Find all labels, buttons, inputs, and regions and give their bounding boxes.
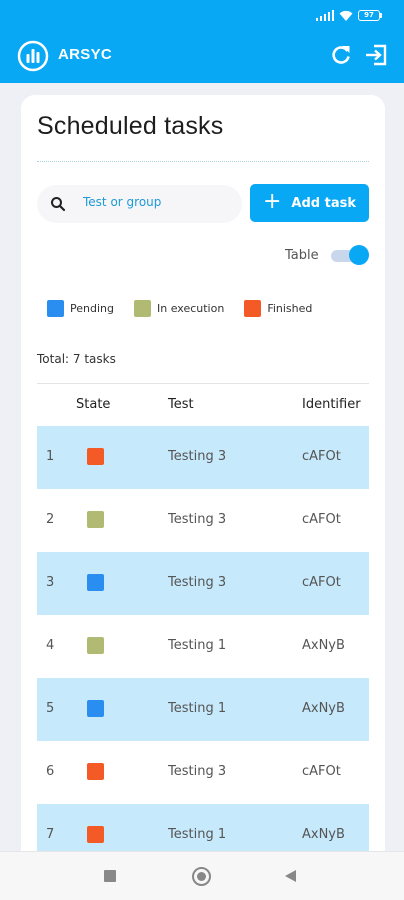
search-icon xyxy=(51,197,66,212)
legend-label: Pending xyxy=(70,302,114,315)
plus-icon: + xyxy=(262,189,282,214)
table-row[interactable]: 6 Testing 3 cAFOt xyxy=(37,741,369,804)
legend-item-finished: Finished xyxy=(244,300,312,317)
app-bar: 97 ARSYC xyxy=(0,0,404,83)
state-indicator xyxy=(87,826,104,843)
table-view-toggle[interactable]: Table xyxy=(285,245,369,265)
row-identifier: AxNyB xyxy=(302,827,345,842)
state-indicator xyxy=(87,511,104,528)
status-bar: 97 xyxy=(315,10,382,21)
column-header-state: State xyxy=(76,397,111,412)
main-card: Scheduled tasks + Add task Table Pending… xyxy=(21,95,385,900)
recent-apps-icon[interactable] xyxy=(104,870,116,882)
state-indicator xyxy=(87,637,104,654)
logout-icon[interactable] xyxy=(364,43,388,67)
brand-name: ARSYC xyxy=(58,46,113,63)
legend-swatch xyxy=(244,300,262,317)
battery-level: 97 xyxy=(358,10,380,21)
state-indicator xyxy=(87,448,104,465)
row-number: 5 xyxy=(46,701,55,716)
table-header: State Test Identifier xyxy=(37,397,369,417)
row-identifier: AxNyB xyxy=(302,638,345,653)
table-row[interactable]: 1 Testing 3 cAFOt xyxy=(37,426,369,489)
legend-swatch xyxy=(133,300,151,317)
row-number: 6 xyxy=(46,764,55,779)
row-number: 4 xyxy=(46,638,55,653)
signal-icon xyxy=(315,10,334,21)
system-nav-bar xyxy=(0,851,404,900)
row-test: Testing 1 xyxy=(168,827,227,842)
state-indicator xyxy=(87,574,104,591)
row-test: Testing 3 xyxy=(168,575,227,590)
add-task-label: Add task xyxy=(291,195,356,211)
table-toggle-label: Table xyxy=(285,247,319,263)
row-identifier: cAFOt xyxy=(302,575,341,590)
row-identifier: AxNyB xyxy=(302,701,345,716)
page-title: Scheduled tasks xyxy=(37,112,224,140)
legend-item-pending: Pending xyxy=(47,300,114,317)
row-test: Testing 3 xyxy=(168,512,227,527)
wifi-icon xyxy=(339,10,353,21)
home-icon[interactable] xyxy=(192,867,211,886)
add-task-button[interactable]: + Add task xyxy=(250,184,369,222)
row-number: 1 xyxy=(46,449,55,464)
table-divider xyxy=(37,383,369,384)
row-test: Testing 3 xyxy=(168,449,227,464)
row-test: Testing 1 xyxy=(168,638,227,653)
row-test: Testing 1 xyxy=(168,701,227,716)
legend-label: Finished xyxy=(267,302,313,315)
switch-thumb xyxy=(348,245,369,265)
row-number: 3 xyxy=(46,575,55,590)
row-number: 2 xyxy=(46,512,55,527)
column-header-identifier: Identifier xyxy=(302,397,361,412)
search-box[interactable] xyxy=(37,185,242,223)
row-number: 7 xyxy=(46,827,55,842)
row-identifier: cAFOt xyxy=(302,512,341,527)
table-switch[interactable] xyxy=(330,245,369,265)
row-identifier: cAFOt xyxy=(302,764,341,779)
table-row[interactable]: 4 Testing 1 AxNyB xyxy=(37,615,369,678)
task-table-body: 1 Testing 3 cAFOt 2 Testing 3 cAFOt 3 Testing 3… xyxy=(37,426,369,867)
state-indicator xyxy=(87,700,104,717)
arsyc-logo-icon[interactable] xyxy=(17,40,49,72)
table-row[interactable]: 5 Testing 1 AxNyB xyxy=(37,678,369,741)
back-icon[interactable] xyxy=(285,870,296,882)
search-input[interactable] xyxy=(83,195,233,209)
legend-item-in-execution: In execution xyxy=(133,300,225,317)
title-divider xyxy=(37,161,369,162)
row-test: Testing 3 xyxy=(168,764,227,779)
table-row[interactable]: 2 Testing 3 cAFOt xyxy=(37,489,369,552)
column-header-test: Test xyxy=(168,397,194,412)
legend-swatch xyxy=(47,300,64,317)
state-legend: Pending In execution Finished xyxy=(47,300,332,317)
total-count: Total: 7 tasks xyxy=(37,352,116,366)
state-indicator xyxy=(87,763,104,780)
legend-label: In execution xyxy=(156,302,225,315)
refresh-icon[interactable] xyxy=(329,43,353,67)
table-row[interactable]: 3 Testing 3 cAFOt xyxy=(37,552,369,615)
row-identifier: cAFOt xyxy=(302,449,341,464)
battery-icon: 97 xyxy=(358,10,382,21)
